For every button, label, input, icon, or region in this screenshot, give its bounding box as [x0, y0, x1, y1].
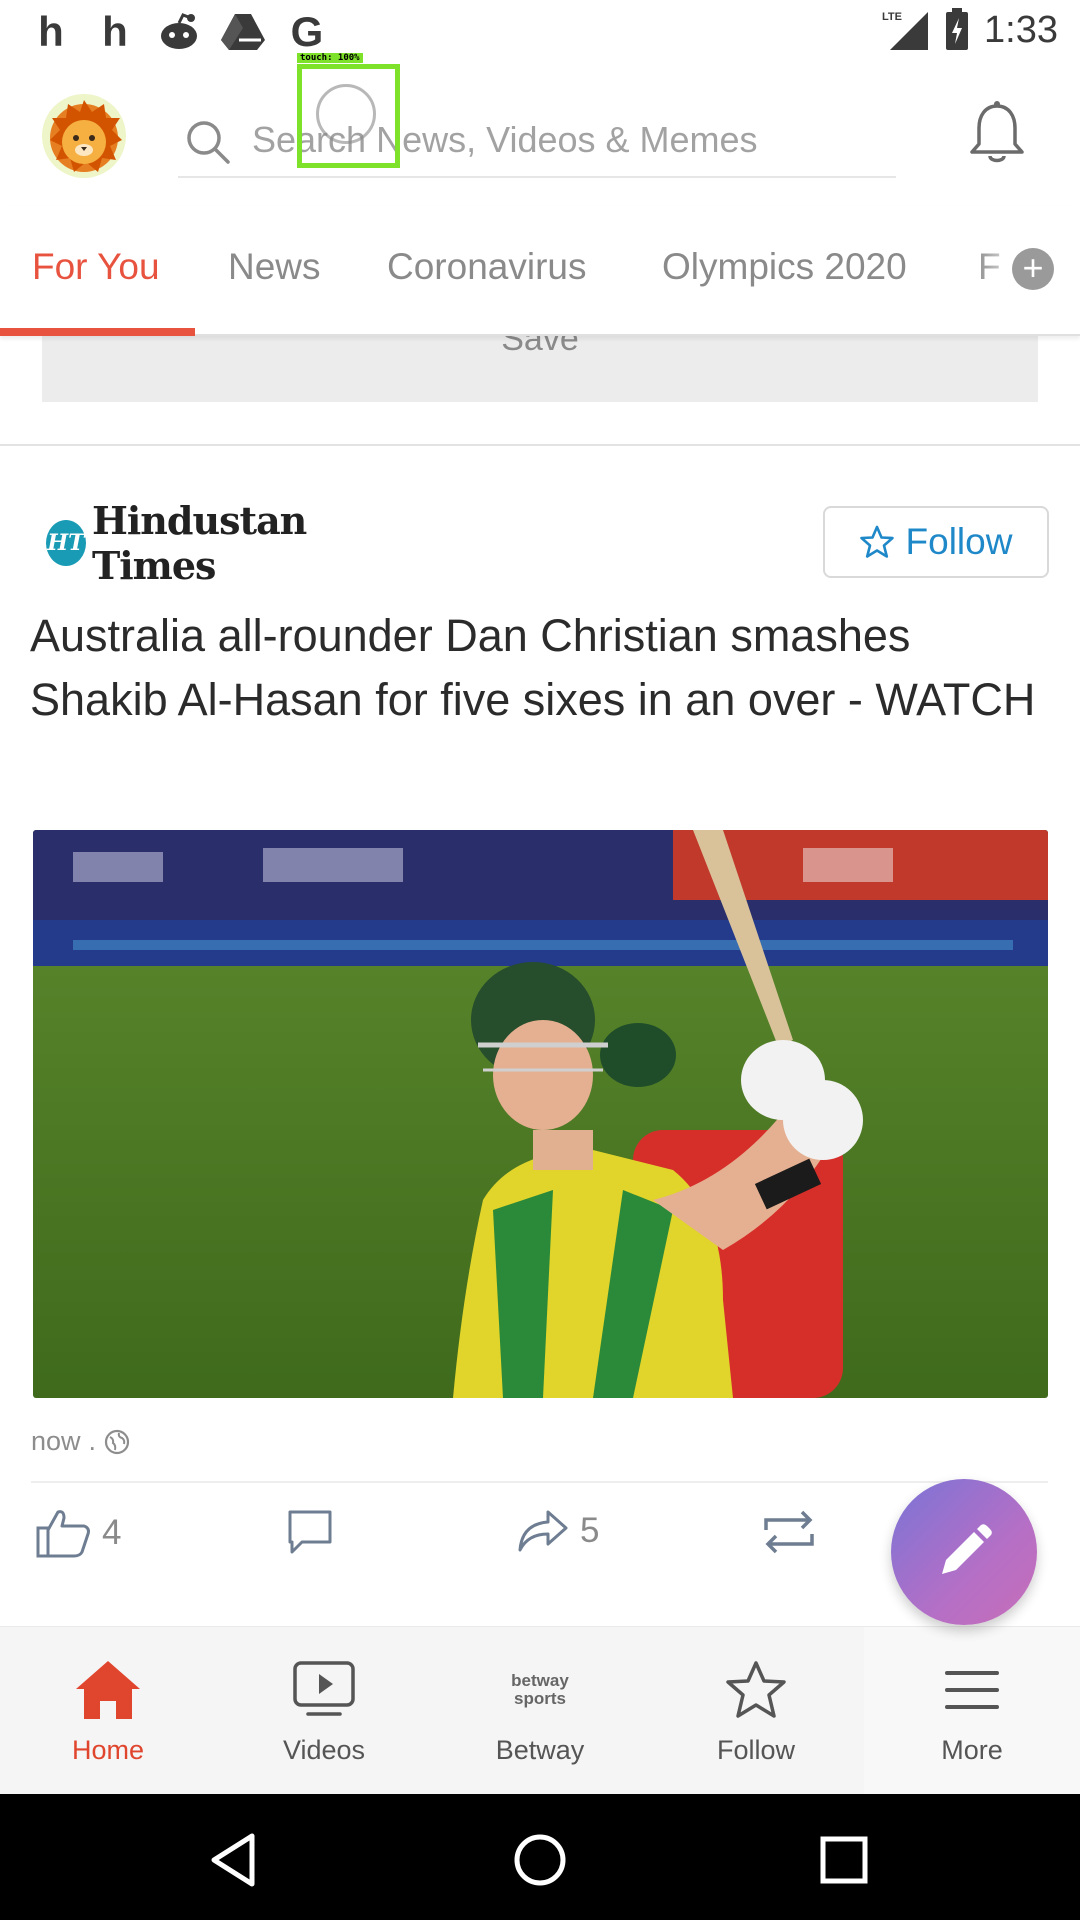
pencil-icon: [942, 1524, 992, 1574]
section-divider: [0, 444, 1080, 446]
article-meta: now .: [31, 1426, 130, 1457]
meta-divider: [31, 1481, 1048, 1483]
article-image[interactable]: [33, 830, 1048, 1398]
recents-icon[interactable]: [814, 1830, 874, 1890]
category-tabs: For You News Coronavirus Olympics 2020 F…: [0, 206, 1080, 336]
comment-button[interactable]: [286, 1508, 334, 1556]
nav-follow[interactable]: Follow: [648, 1627, 864, 1795]
cricket-photo: [33, 830, 1048, 1398]
clock: 1:33: [984, 8, 1058, 51]
tab-olympics-2020[interactable]: Olympics 2020: [662, 246, 907, 288]
touch-indicator-circle: [316, 84, 376, 144]
share-button[interactable]: 5: [516, 1508, 599, 1554]
tab-for-you[interactable]: For You: [32, 246, 160, 288]
follow-button-label: Follow: [905, 521, 1013, 562]
profile-avatar[interactable]: [42, 94, 126, 178]
star-icon: [726, 1661, 786, 1718]
share-arrow-icon: [518, 1510, 568, 1552]
lte-signal-icon: LTE: [882, 11, 929, 50]
nav-home-label: Home: [71, 1735, 145, 1765]
nav-follow-label: Follow: [716, 1735, 796, 1765]
repost-button[interactable]: [758, 1508, 820, 1556]
menu-icon: [945, 1671, 999, 1709]
comment-icon: [288, 1510, 332, 1554]
nav-more[interactable]: More: [864, 1627, 1080, 1795]
nav-videos-label: Videos: [282, 1735, 366, 1765]
notification-bell-icon[interactable]: [966, 100, 1028, 166]
nav-more-label: More: [941, 1735, 1003, 1765]
status-bar: h h G LTE 1:33: [0, 0, 1080, 64]
betway-logo-top: betway: [511, 1671, 569, 1690]
nav-betway[interactable]: betway sports Betway: [432, 1627, 648, 1795]
active-tab-indicator: [0, 328, 195, 336]
app-h-icon: h: [38, 8, 64, 55]
videos-icon: [293, 1661, 355, 1716]
nav-videos[interactable]: Videos: [216, 1627, 432, 1795]
system-navigation-bar: [0, 1794, 1080, 1920]
back-icon[interactable]: [206, 1830, 266, 1890]
home-circle-icon[interactable]: [510, 1830, 570, 1890]
bottom-navigation: Home Videos betway sports Betway Follow …: [0, 1626, 1080, 1795]
meta-separator: .: [88, 1426, 97, 1456]
like-button[interactable]: 4: [34, 1508, 121, 1558]
reddit-icon: [156, 8, 202, 56]
app-header: [0, 64, 1080, 206]
globe-icon: [104, 1429, 130, 1454]
search-bar[interactable]: [178, 104, 896, 178]
drive-icon: [220, 8, 266, 56]
svg-text:LTE: LTE: [882, 11, 902, 23]
like-count: 4: [102, 1513, 122, 1552]
home-icon: [76, 1661, 140, 1719]
app-h-icon: h: [102, 8, 128, 55]
tab-news[interactable]: News: [228, 246, 321, 288]
battery-charging-icon: [946, 8, 969, 50]
google-icon: G: [290, 8, 324, 55]
betway-sports-icon: betway sports: [432, 1655, 648, 1725]
article-timestamp: now: [31, 1426, 81, 1456]
star-outline-icon: [859, 525, 894, 558]
share-count: 5: [580, 1511, 600, 1550]
search-icon: [187, 121, 230, 164]
follow-button[interactable]: Follow: [823, 506, 1049, 578]
notification-icons: h h G: [28, 8, 330, 56]
publisher-badge: HT: [46, 520, 86, 566]
thumbs-up-icon: [36, 1510, 90, 1558]
betway-logo-bottom: sports: [514, 1689, 566, 1708]
lion-mascot-icon: [50, 100, 122, 172]
system-status: LTE 1:33: [882, 8, 1058, 52]
touch-indicator-label: touch: 100%: [297, 53, 363, 63]
publisher-logo[interactable]: HT Hindustan Times: [46, 498, 396, 588]
tab-coronavirus[interactable]: Coronavirus: [387, 246, 586, 288]
article-headline[interactable]: Australia all-rounder Dan Christian smas…: [30, 604, 1050, 732]
publisher-name: Hindustan Times: [91, 498, 307, 588]
nav-home[interactable]: Home: [0, 1627, 216, 1795]
compose-button[interactable]: [891, 1479, 1037, 1625]
add-tab-button[interactable]: +: [1012, 248, 1054, 290]
nav-betway-label: Betway: [495, 1735, 585, 1765]
repost-icon: [764, 1510, 814, 1554]
